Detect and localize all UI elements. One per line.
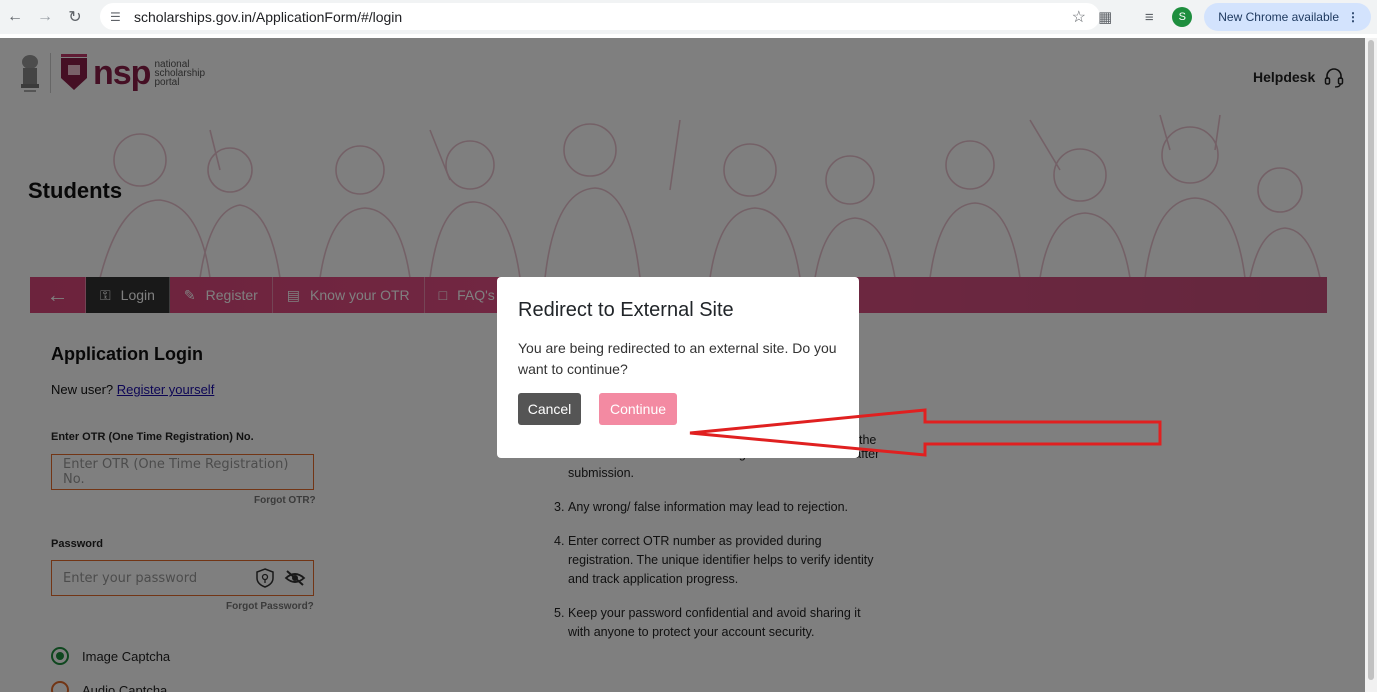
url-text: scholarships.gov.in/ApplicationForm/#/lo… <box>134 8 403 25</box>
page-scrollbar[interactable] <box>1365 38 1377 692</box>
reading-list-icon[interactable]: ≡ <box>1136 4 1162 30</box>
modal-body: You are being redirected to an external … <box>518 340 837 377</box>
back-icon[interactable]: ← <box>0 2 30 32</box>
reload-icon[interactable]: ↻ <box>60 2 90 32</box>
profile-avatar[interactable]: S <box>1172 7 1193 27</box>
bookmark-star-icon[interactable]: ☆ <box>1072 7 1086 27</box>
cancel-button[interactable]: Cancel <box>518 393 581 425</box>
site-info-icon[interactable]: ☰ <box>110 10 126 24</box>
address-bar[interactable]: ☰ scholarships.gov.in/ApplicationForm/#/… <box>100 3 1100 30</box>
new-chrome-available-button[interactable]: New Chrome available ⋮ <box>1204 3 1371 31</box>
continue-button[interactable]: Continue <box>599 393 677 425</box>
browser-toolbar: ← → ↻ ☰ scholarships.gov.in/ApplicationF… <box>0 0 1377 34</box>
modal-title: Redirect to External Site <box>518 299 734 321</box>
forward-icon[interactable]: → <box>30 2 60 32</box>
update-label: New Chrome available <box>1218 10 1339 24</box>
annotation-arrow-icon <box>689 408 1162 457</box>
extensions-icon[interactable]: ▦ <box>1092 4 1118 30</box>
menu-dots-icon[interactable]: ⋮ <box>1347 10 1359 24</box>
